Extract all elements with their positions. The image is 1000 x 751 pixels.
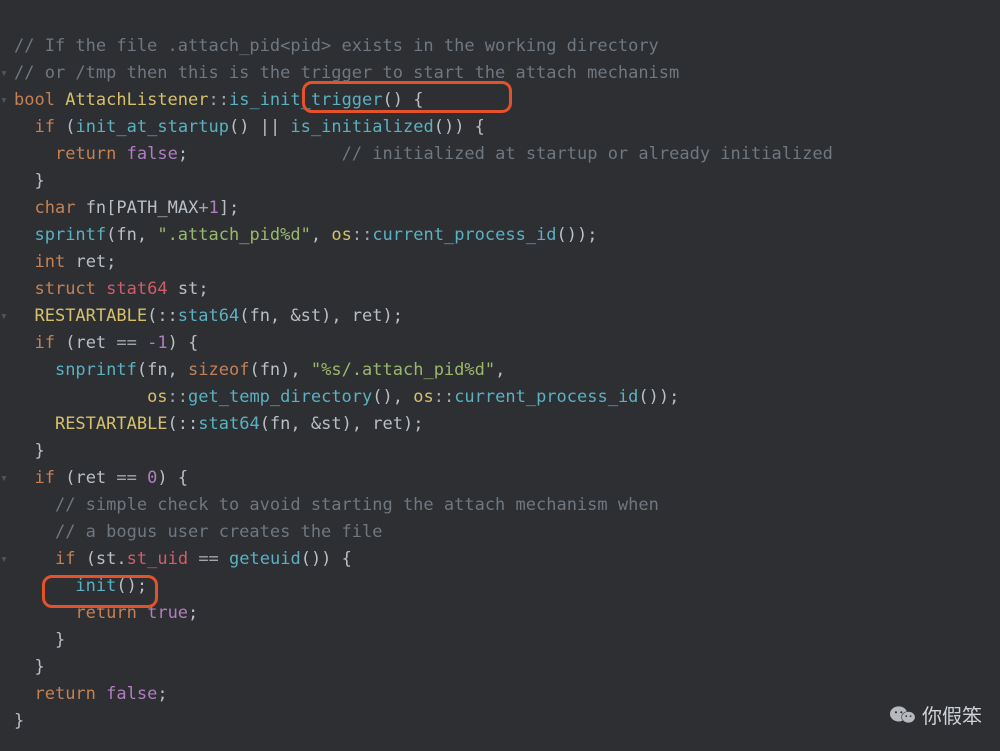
fold-marker: ▾	[0, 60, 8, 87]
code-content: // If the file .attach_pid<pid> exists i…	[14, 6, 833, 735]
fold-marker: ▾	[0, 303, 8, 330]
keyword-return: return	[55, 144, 116, 164]
watermark: 你假笨	[890, 700, 982, 729]
string-literal: "%s/.attach_pid%d"	[311, 360, 495, 380]
keyword-bool: bool	[14, 90, 55, 110]
fn-call-geteuid: geteuid	[229, 549, 301, 569]
fn-call-init: init	[75, 576, 116, 596]
fn-call: init_at_startup	[75, 117, 229, 137]
fn-call-sprintf: sprintf	[34, 225, 106, 245]
type-stat64: stat64	[106, 279, 167, 299]
macro-restartable: RESTARTABLE	[34, 306, 147, 326]
comment-line: // simple check to avoid starting the at…	[55, 495, 659, 515]
literal-true: true	[147, 603, 188, 623]
literal-false: false	[106, 684, 157, 704]
wechat-icon	[890, 704, 916, 726]
member-st-uid: st_uid	[127, 549, 188, 569]
fold-marker: ▾	[0, 546, 8, 573]
fn-call-stat64: stat64	[178, 306, 239, 326]
fn-call-cpid: current_process_id	[372, 225, 556, 245]
var-ret: ret	[75, 252, 106, 272]
scope-os: os	[413, 387, 433, 407]
keyword-char: char	[34, 198, 75, 218]
keyword-if: if	[55, 549, 75, 569]
fn-decl-name: is_init_trigger	[229, 90, 383, 110]
var-st: st	[178, 279, 198, 299]
string-literal: ".attach_pid%d"	[157, 225, 311, 245]
var-fn: fn	[86, 198, 106, 218]
comment-line: // a bogus user creates the file	[55, 522, 383, 542]
scope-os: os	[147, 387, 167, 407]
fn-call-cpid: current_process_id	[454, 387, 638, 407]
keyword-if: if	[34, 333, 54, 353]
fold-marker: ▾	[0, 465, 8, 492]
keyword-struct: struct	[34, 279, 95, 299]
comment-line: // or /tmp then this is the trigger to s…	[14, 63, 679, 83]
scope-os: os	[331, 225, 351, 245]
keyword-return: return	[75, 603, 136, 623]
comment-inline: // initialized at startup or already ini…	[342, 144, 833, 164]
const-path-max: PATH_MAX	[116, 198, 198, 218]
fn-call-get-temp: get_temp_directory	[188, 387, 372, 407]
literal-one: 1	[209, 198, 219, 218]
keyword-if: if	[34, 468, 54, 488]
macro-restartable: RESTARTABLE	[55, 414, 168, 434]
literal-zero: 0	[147, 468, 157, 488]
watermark-text: 你假笨	[922, 700, 982, 729]
fold-marker: ▾	[0, 87, 8, 114]
keyword-int: int	[34, 252, 65, 272]
literal-neg1: -1	[147, 333, 167, 353]
fn-call-is-initialized: is_initialized	[290, 117, 433, 137]
keyword-if: if	[34, 117, 54, 137]
class-name: AttachListener	[65, 90, 208, 110]
comment-line: // If the file .attach_pid<pid> exists i…	[14, 36, 659, 56]
keyword-return: return	[34, 684, 95, 704]
literal-false: false	[127, 144, 178, 164]
keyword-sizeof: sizeof	[188, 360, 249, 380]
fn-call-stat64: stat64	[198, 414, 259, 434]
code-editor: ▾ ▾ ▾ ▾ ▾ // If the file .attach_pid<pid…	[0, 0, 1000, 751]
fn-call-snprintf: snprintf	[55, 360, 137, 380]
